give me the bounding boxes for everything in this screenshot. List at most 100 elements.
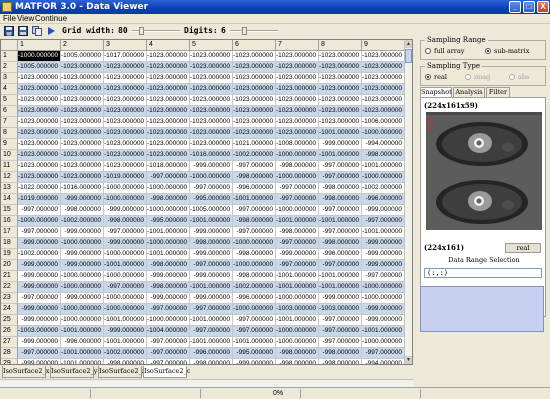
menu-continue[interactable]: Continue	[35, 14, 67, 24]
grid-cell[interactable]: -997.000000	[233, 227, 276, 238]
row-header[interactable]: 20	[1, 260, 18, 271]
grid-cell[interactable]: -999.000000	[61, 249, 104, 260]
grid-cell[interactable]: -1023.000000	[362, 84, 405, 95]
grid-cell[interactable]: -1022.000000	[18, 183, 61, 194]
grid-cell[interactable]: -997.000000	[233, 205, 276, 216]
grid-cell[interactable]: -998.000000	[233, 216, 276, 227]
grid-cell[interactable]: -1000.000000	[190, 172, 233, 183]
grid-cell[interactable]: -1001.000000	[276, 216, 319, 227]
grid-cell[interactable]: -1023.000000	[147, 139, 190, 150]
grid-cell[interactable]: -998.000000	[190, 359, 233, 364]
grid-cell[interactable]: -1023.000000	[104, 161, 147, 172]
grid-cell[interactable]: -1023.000000	[190, 106, 233, 117]
grid-cell[interactable]: -1001.000000	[319, 128, 362, 139]
grid-cell[interactable]: -997.000000	[319, 161, 362, 172]
grid-cell[interactable]: -999.000000	[362, 238, 405, 249]
grid-cell[interactable]: -1023.000000	[190, 73, 233, 84]
grid-cell[interactable]: -1001.000000	[319, 282, 362, 293]
grid-cell[interactable]: -1023.000000	[319, 106, 362, 117]
radio-sub-matrix[interactable]: sub-matrix	[485, 47, 529, 56]
copy-icon[interactable]	[32, 26, 42, 36]
grid-cell[interactable]: -1005.000000	[190, 205, 233, 216]
grid-cell[interactable]: -997.000000	[147, 172, 190, 183]
row-header[interactable]: 10	[1, 150, 18, 161]
grid-cell[interactable]: -998.000000	[276, 161, 319, 172]
grid-cell[interactable]: -1023.000000	[233, 84, 276, 95]
component-button[interactable]: real	[505, 243, 541, 253]
sheet-tab-isosurface2-x[interactable]: IsoSurface2_x	[2, 366, 49, 378]
grid-cell[interactable]: -1023.000000	[61, 73, 104, 84]
grid-cell[interactable]: -1023.000000	[190, 95, 233, 106]
grid-cell[interactable]: -1023.000000	[61, 150, 104, 161]
grid-cell[interactable]: -995.000000	[190, 194, 233, 205]
grid-cell[interactable]: -1019.000000	[18, 194, 61, 205]
grid-cell[interactable]: -999.000000	[319, 139, 362, 150]
grid-cell[interactable]: -998.000000	[319, 348, 362, 359]
column-header[interactable]: 5	[190, 40, 233, 51]
grid-cell[interactable]: -999.000000	[61, 194, 104, 205]
grid-cell[interactable]: -1023.000000	[276, 73, 319, 84]
grid-cell[interactable]: -999.000000	[18, 359, 61, 364]
grid-cell[interactable]: -998.000000	[147, 282, 190, 293]
grid-cell[interactable]: -998.000000	[319, 183, 362, 194]
grid-cell[interactable]: -997.000000	[147, 337, 190, 348]
row-header[interactable]: 2	[1, 62, 18, 73]
grid-cell[interactable]: -1023.000000	[276, 51, 319, 62]
grid-cell[interactable]: -999.000000	[362, 304, 405, 315]
grid-cell[interactable]: -1003.000000	[18, 326, 61, 337]
grid-cell[interactable]: -1023.000000	[18, 95, 61, 106]
grid-cell[interactable]: -998.000000	[190, 238, 233, 249]
grid-cell[interactable]: -1003.000000	[276, 304, 319, 315]
menu-view[interactable]: View	[17, 14, 34, 24]
grid-cell[interactable]: -1023.000000	[276, 62, 319, 73]
horizontal-scrollbar[interactable]	[0, 379, 413, 387]
grid-cell[interactable]: -1001.000000	[190, 337, 233, 348]
grid-cell[interactable]: -1001.000000	[61, 348, 104, 359]
grid-cell[interactable]: -999.000000	[190, 227, 233, 238]
grid-cell[interactable]: -1023.000000	[104, 139, 147, 150]
grid-cell[interactable]: -1000.000000	[276, 326, 319, 337]
grid-cell[interactable]: -994.000000	[362, 139, 405, 150]
range-input[interactable]: (:,:)	[424, 268, 542, 278]
grid-cell[interactable]: -1023.000000	[61, 128, 104, 139]
grid-cell[interactable]: -1016.000000	[190, 150, 233, 161]
grid-cell[interactable]: -1023.000000	[61, 172, 104, 183]
grid-cell[interactable]: -1000.000000	[276, 150, 319, 161]
grid-cell[interactable]: -997.000000	[319, 172, 362, 183]
grid-cell[interactable]: -1004.000000	[147, 326, 190, 337]
grid-cell[interactable]: -997.000000	[233, 326, 276, 337]
grid-cell[interactable]: -1000.000000	[18, 51, 61, 62]
grid-cell[interactable]: -996.000000	[233, 293, 276, 304]
grid-cell[interactable]: -1001.000000	[319, 271, 362, 282]
grid-cell[interactable]: -998.000000	[362, 150, 405, 161]
grid-cell[interactable]: -999.000000	[61, 260, 104, 271]
grid-cell[interactable]: -1023.000000	[233, 117, 276, 128]
row-header[interactable]: 24	[1, 304, 18, 315]
grid-cell[interactable]: -1000.000000	[276, 205, 319, 216]
grid-cell[interactable]: -997.000000	[319, 227, 362, 238]
sheet-tab-isosurface2-c[interactable]: IsoSurface2_c	[143, 366, 190, 378]
grid-cell[interactable]: -1023.000000	[233, 73, 276, 84]
grid-cell[interactable]: -997.000000	[18, 227, 61, 238]
row-header[interactable]: 19	[1, 249, 18, 260]
grid-cell[interactable]: -1023.000000	[61, 106, 104, 117]
grid-cell[interactable]: -998.000000	[319, 194, 362, 205]
grid-cell[interactable]: -1023.000000	[319, 62, 362, 73]
grid-cell[interactable]: -1023.000000	[147, 95, 190, 106]
save-all-icon[interactable]	[18, 26, 28, 36]
grid-cell[interactable]: -1001.000000	[147, 227, 190, 238]
data-grid[interactable]: 1 2 3 4 5 6 7 8 9 1 -1000.000000 -1005.000000 -1017.…	[0, 39, 413, 365]
scroll-down-icon[interactable]: ▼	[405, 356, 412, 364]
grid-cell[interactable]: -997.000000	[147, 359, 190, 364]
grid-cell[interactable]: -1002.000000	[362, 183, 405, 194]
grid-cell[interactable]: -1000.000000	[147, 315, 190, 326]
sheet-tab-isosurface2-z[interactable]: IsoSurface2_z	[98, 366, 145, 378]
grid-cell[interactable]: -997.000000	[319, 315, 362, 326]
grid-cell[interactable]: -997.000000	[18, 348, 61, 359]
grid-cell[interactable]: -1001.000000	[362, 227, 405, 238]
grid-cell[interactable]: -1023.000000	[104, 73, 147, 84]
grid-cell[interactable]: -997.000000	[319, 326, 362, 337]
grid-cell[interactable]: -995.000000	[233, 348, 276, 359]
grid-cell[interactable]: -1023.000000	[147, 51, 190, 62]
grid-cell[interactable]: -999.000000	[190, 271, 233, 282]
